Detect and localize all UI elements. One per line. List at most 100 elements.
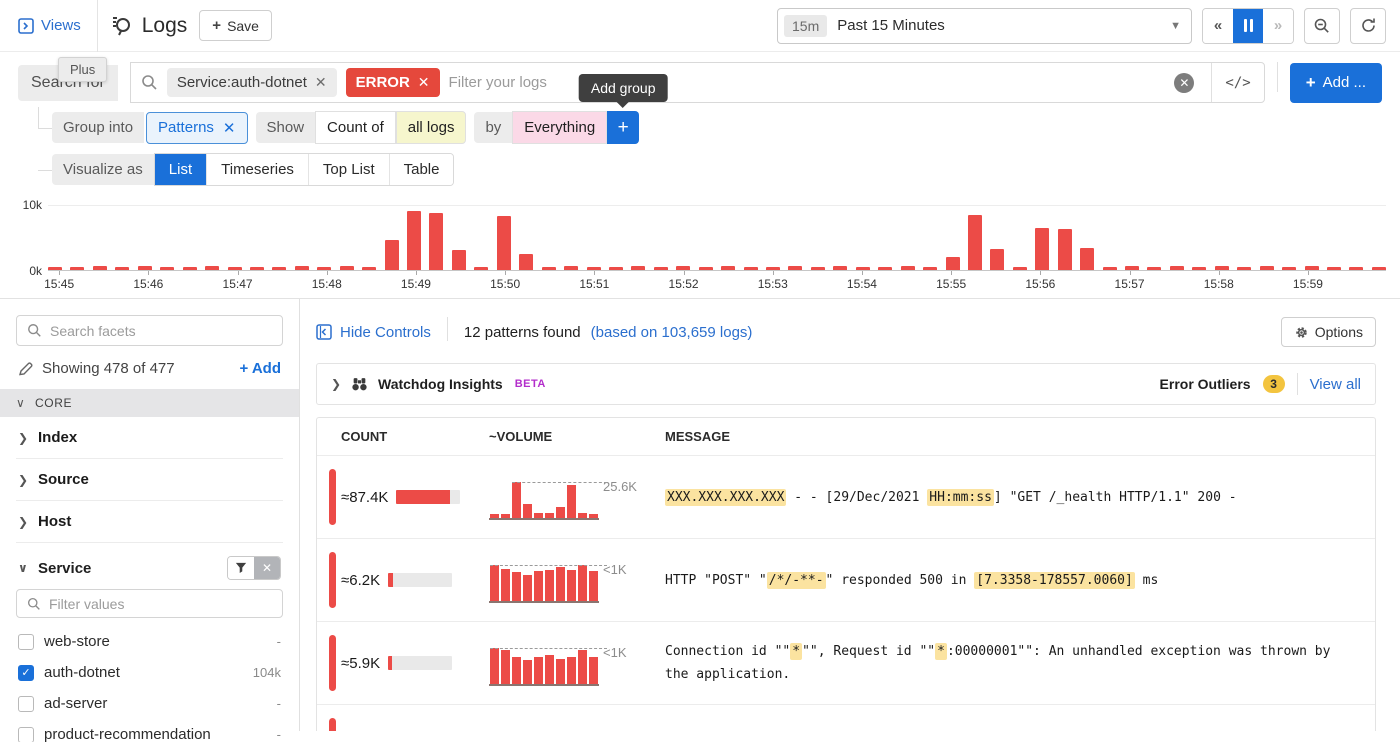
filter-chip-service[interactable]: Service:auth-dotnet ✕ <box>167 68 337 97</box>
chart-bar[interactable] <box>1192 267 1206 270</box>
chart-bar[interactable] <box>1170 266 1184 270</box>
pattern-row[interactable]: ≈4K<1KError: Authentication failed; Data… <box>317 705 1375 731</box>
time-range-picker[interactable]: 15m Past 15 Minutes ▼ <box>777 8 1192 44</box>
add-group-button[interactable]: + Add group <box>607 111 639 144</box>
chart-bar[interactable] <box>295 266 309 270</box>
pattern-row[interactable]: ≈6.2K<1KHTTP "POST" "/*/-**-" responded … <box>317 539 1375 622</box>
search-facets-input[interactable]: Search facets <box>16 315 283 346</box>
chart-bar[interactable] <box>1058 229 1072 270</box>
chart-bar[interactable] <box>474 267 488 270</box>
facet-value-label[interactable]: web-store <box>44 633 110 650</box>
watchdog-insights-panel[interactable]: ❯ Watchdog Insights BETA Error Outliers … <box>316 363 1376 405</box>
visualize-mode-top-list[interactable]: Top List <box>309 154 390 185</box>
filter-funnel-button[interactable] <box>228 557 254 579</box>
chart-bar[interactable] <box>1125 266 1139 270</box>
chart-bar[interactable] <box>385 240 399 270</box>
chart-bar[interactable] <box>183 267 197 270</box>
chart-bar[interactable] <box>542 267 556 270</box>
chart-bar[interactable] <box>878 267 892 270</box>
checkbox-unchecked[interactable] <box>18 634 34 650</box>
chart-bar[interactable] <box>833 266 847 270</box>
chart-bar[interactable] <box>676 266 690 270</box>
chart-bar[interactable] <box>205 266 219 270</box>
chart-bar[interactable] <box>631 266 645 270</box>
pattern-row[interactable]: ≈5.9K<1KConnection id ""*"", Request id … <box>317 622 1375 705</box>
chart-bar[interactable] <box>968 215 982 270</box>
facet-value-label[interactable]: auth-dotnet <box>44 664 120 681</box>
error-outliers-badge[interactable]: 3 <box>1263 375 1285 393</box>
fast-forward-button[interactable]: » <box>1263 9 1293 43</box>
facet-service-header[interactable]: ∨ Service ✕ <box>16 543 283 589</box>
core-section-header[interactable]: ∨ CORE <box>0 389 299 417</box>
chart-bar[interactable] <box>1260 266 1274 270</box>
chart-bar[interactable] <box>901 266 915 270</box>
remove-chip-icon[interactable]: ✕ <box>315 74 327 91</box>
chart-bar[interactable] <box>990 249 1004 270</box>
chart-bar[interactable] <box>70 267 84 270</box>
chart-bar[interactable] <box>429 213 443 270</box>
chart-bar[interactable] <box>138 266 152 270</box>
refresh-button[interactable] <box>1350 8 1386 44</box>
chart-bar[interactable] <box>452 250 466 270</box>
chart-bar[interactable] <box>923 267 937 270</box>
add-button[interactable]: + Add ... <box>1290 63 1382 103</box>
visualize-mode-table[interactable]: Table <box>390 154 454 185</box>
chart-bar[interactable] <box>317 267 331 270</box>
column-message[interactable]: MESSAGE <box>661 429 1355 444</box>
chart-bar[interactable] <box>48 267 62 270</box>
chart-bar[interactable] <box>1035 228 1049 270</box>
checkbox-checked[interactable]: ✓ <box>18 665 34 681</box>
chart-bar[interactable] <box>160 267 174 270</box>
chart-bar[interactable] <box>946 257 960 270</box>
chart-bar[interactable] <box>1147 267 1161 270</box>
chart-bar[interactable] <box>1080 248 1094 270</box>
chart-bar[interactable] <box>699 267 713 270</box>
pause-button[interactable] <box>1233 9 1263 43</box>
checkbox-unchecked[interactable] <box>18 696 34 712</box>
chart-bar[interactable] <box>721 266 735 270</box>
chart-bar[interactable] <box>1237 267 1251 270</box>
chart-bar[interactable] <box>744 267 758 270</box>
clear-filter-button[interactable]: ✕ <box>254 557 280 579</box>
sidebar-facet-index[interactable]: ❯Index <box>16 417 283 459</box>
chart-bar[interactable] <box>272 267 286 270</box>
facet-value-label[interactable]: product-recommendation <box>44 726 211 742</box>
add-facet-link[interactable]: + Add <box>239 360 281 377</box>
remove-chip-icon[interactable]: ✕ <box>223 119 236 137</box>
pattern-row[interactable]: ≈87.4K25.6KXXX.XXX.XXX.XXX - - [29/Dec/2… <box>317 456 1375 539</box>
chart-bar[interactable] <box>788 266 802 270</box>
view-all-link[interactable]: View all <box>1310 376 1361 393</box>
based-on-logs-link[interactable]: (based on 103,659 logs) <box>591 324 753 341</box>
clear-search-button[interactable]: ✕ <box>1174 73 1194 93</box>
chart-bar[interactable] <box>519 254 533 270</box>
patterns-chip[interactable]: Patterns ✕ <box>146 112 247 144</box>
chart-bar[interactable] <box>856 267 870 270</box>
chart-bar[interactable] <box>407 211 421 270</box>
chart-bar[interactable] <box>1282 267 1296 270</box>
chart-bar[interactable] <box>811 267 825 270</box>
zoom-out-button[interactable] <box>1304 8 1340 44</box>
chart-bar[interactable] <box>1013 267 1027 270</box>
save-button[interactable]: + Save <box>199 10 272 41</box>
filter-values-input[interactable]: Filter values <box>16 589 283 618</box>
all-logs-dropdown[interactable]: all logs <box>396 111 467 144</box>
rewind-button[interactable]: « <box>1203 9 1233 43</box>
visualize-mode-timeseries[interactable]: Timeseries <box>207 154 309 185</box>
options-button[interactable]: Options <box>1281 317 1376 347</box>
chart-bar[interactable] <box>115 267 129 270</box>
chart-bar[interactable] <box>1305 266 1319 270</box>
chart-bar[interactable] <box>587 267 601 270</box>
column-volume[interactable]: ~VOLUME <box>489 429 661 444</box>
chart-bar[interactable] <box>766 267 780 270</box>
chart-bar[interactable] <box>1103 267 1117 270</box>
chart-bar[interactable] <box>228 267 242 270</box>
chart-bar[interactable] <box>362 267 376 270</box>
chart-bar[interactable] <box>1327 267 1341 270</box>
count-of-dropdown[interactable]: Count of <box>315 111 396 144</box>
chart-bar[interactable] <box>93 266 107 270</box>
facet-value-label[interactable]: ad-server <box>44 695 107 712</box>
chart-bar[interactable] <box>1349 267 1363 270</box>
sidebar-facet-source[interactable]: ❯Source <box>16 459 283 501</box>
chart-bar[interactable] <box>564 266 578 270</box>
column-count[interactable]: COUNT <box>341 429 489 444</box>
